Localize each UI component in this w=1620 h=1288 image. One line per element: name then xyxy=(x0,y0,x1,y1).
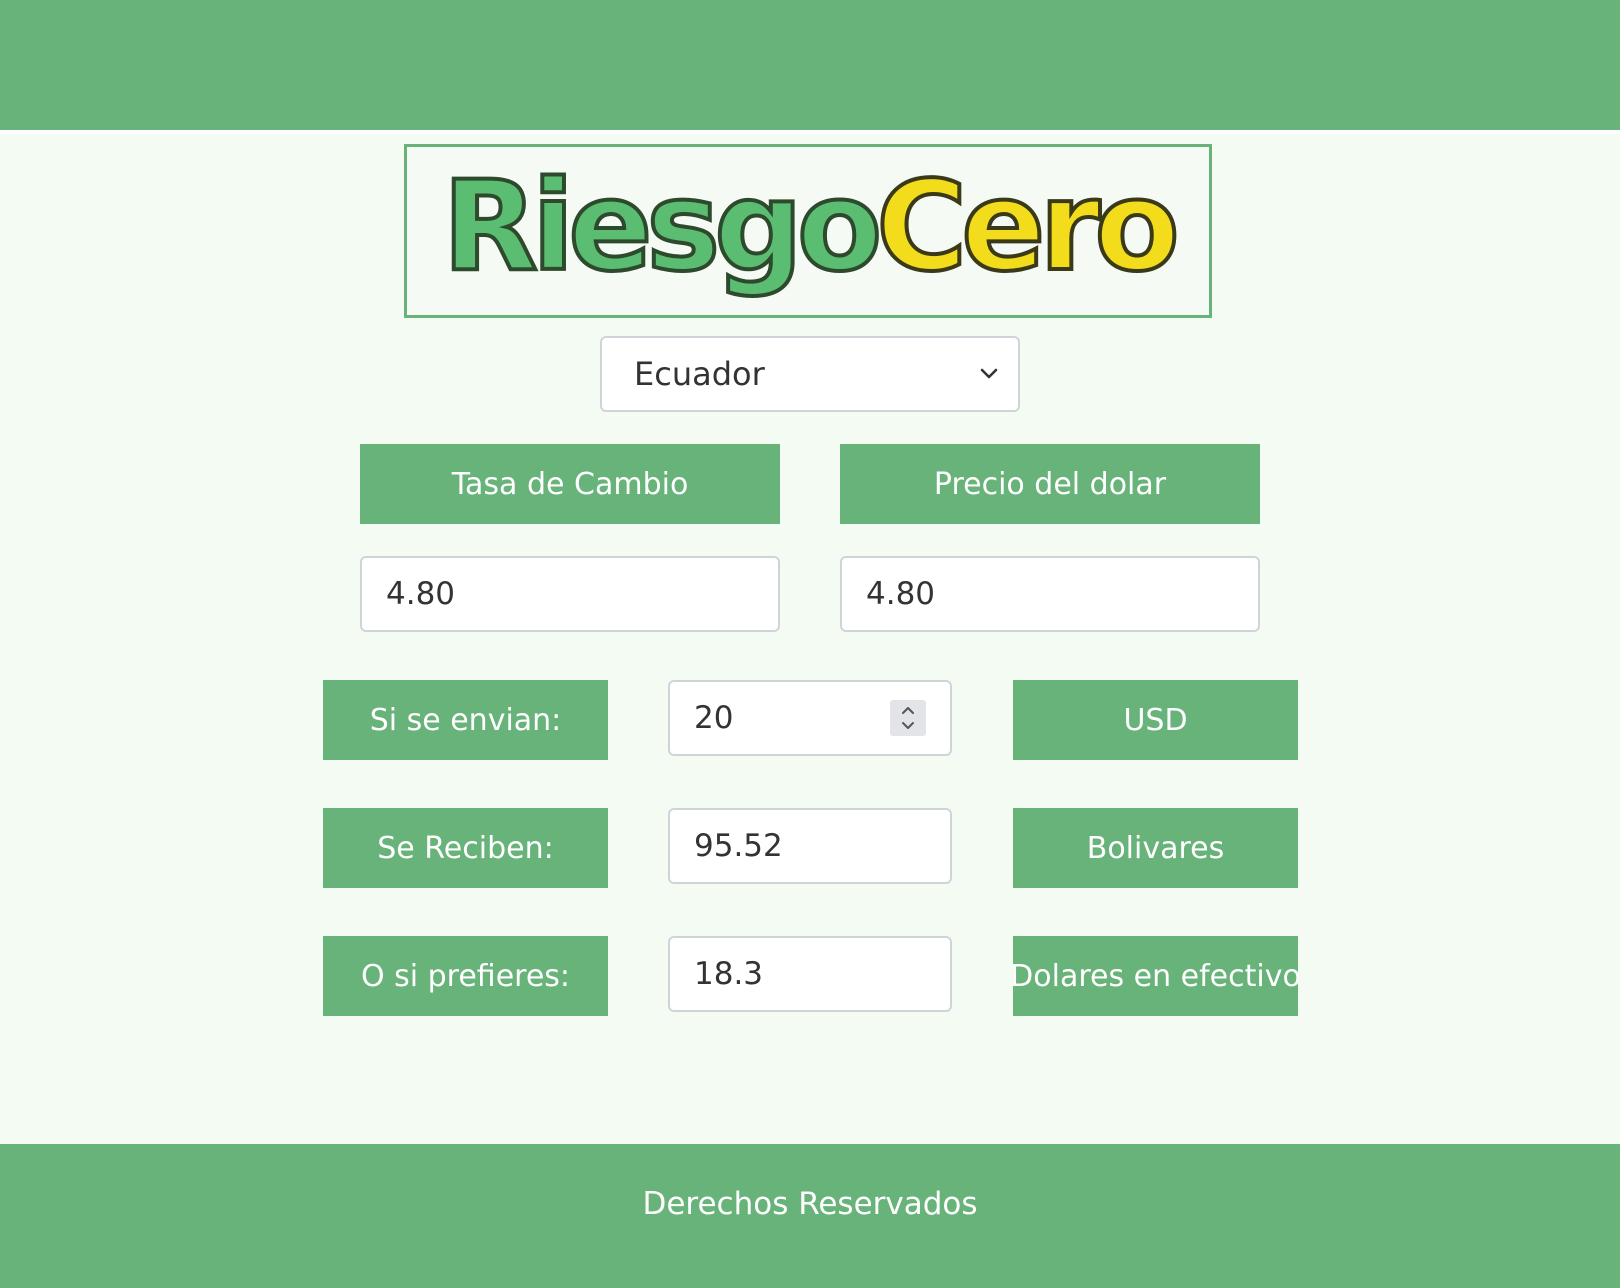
logo-text-riesgo: Riesgo xyxy=(440,155,884,299)
country-select-value: Ecuador xyxy=(634,355,765,393)
alternative-currency-label: Dolares en efectivo xyxy=(1013,936,1298,1016)
chevron-down-icon xyxy=(974,338,1004,410)
footer: Derechos Reservados xyxy=(0,1144,1620,1288)
banner-divider xyxy=(0,130,1620,134)
riesgocero-logo: RiesgoCero xyxy=(404,144,1212,318)
send-currency-label: USD xyxy=(1013,680,1298,760)
precio-del-dolar-input[interactable]: 4.80 xyxy=(840,556,1260,632)
footer-text: Derechos Reservados xyxy=(642,1186,978,1222)
logo-text-cero: Cero xyxy=(874,155,1181,299)
precio-del-dolar-label: Precio del dolar xyxy=(840,444,1260,524)
top-banner xyxy=(0,0,1620,130)
tasa-de-cambio-label: Tasa de Cambio xyxy=(360,444,780,524)
receive-amount-field[interactable]: 95.52 xyxy=(668,808,952,884)
alternative-label: O si prefieres: xyxy=(323,936,608,1016)
spinner-icon[interactable] xyxy=(890,700,926,736)
receive-label: Se Reciben: xyxy=(323,808,608,888)
send-label: Si se envian: xyxy=(323,680,608,760)
receive-currency-label: Bolivares xyxy=(1013,808,1298,888)
send-amount-value: 20 xyxy=(694,700,734,736)
alternative-amount-field[interactable]: 18.3 xyxy=(668,936,952,1012)
send-amount-input[interactable]: 20 xyxy=(668,680,952,756)
country-select[interactable]: Ecuador xyxy=(600,336,1020,412)
tasa-de-cambio-input[interactable]: 4.80 xyxy=(360,556,780,632)
